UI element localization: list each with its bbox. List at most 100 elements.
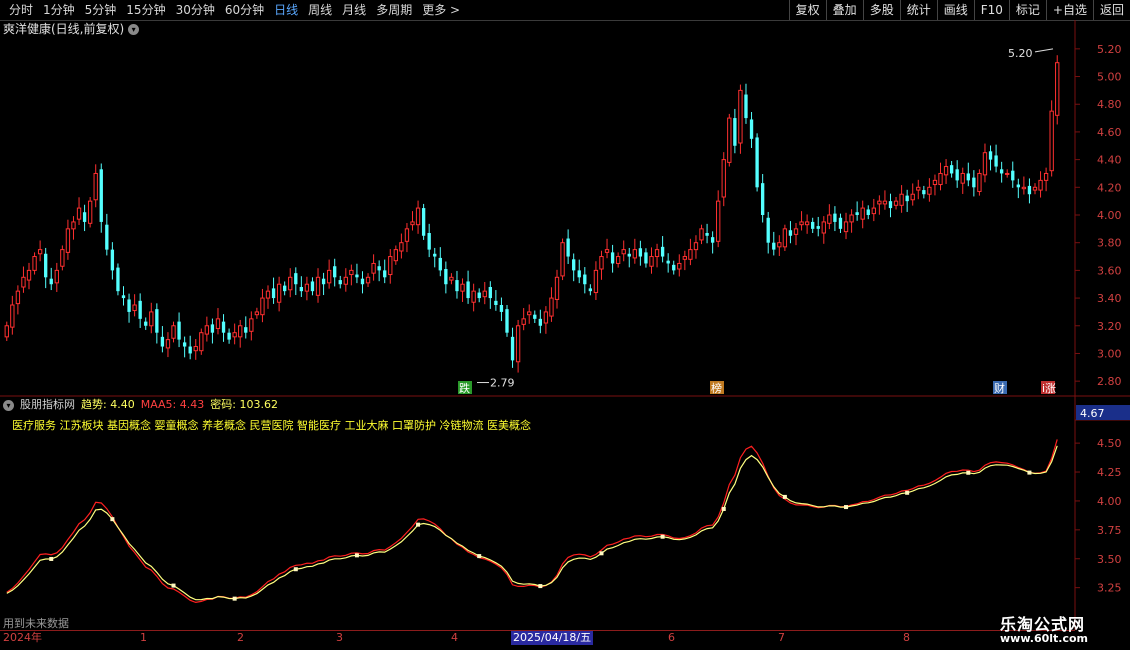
- candle-body: [849, 214, 854, 223]
- candle-body: [910, 193, 915, 201]
- candle-body: [49, 278, 53, 285]
- price-axis-label: 5.20: [1097, 43, 1122, 56]
- trend-point: [538, 584, 543, 589]
- candle-body: [466, 281, 470, 299]
- trend-point: [416, 522, 421, 527]
- candle-body: [588, 288, 593, 292]
- candle-body: [449, 276, 454, 281]
- candle-body: [121, 295, 126, 299]
- candle-body: [4, 325, 9, 338]
- candle-body: [471, 290, 476, 303]
- candle-body: [527, 311, 532, 316]
- candle-body: [604, 249, 610, 253]
- candle-body: [132, 304, 137, 312]
- candle-body: [343, 276, 348, 285]
- candle-body: [338, 280, 342, 285]
- candle-body: [26, 269, 32, 281]
- candle-body: [988, 151, 993, 160]
- candle-body: [477, 292, 481, 299]
- candle-body: [21, 276, 26, 288]
- candle-body: [160, 336, 165, 347]
- candle-body: [1021, 186, 1027, 190]
- candle-body: [76, 207, 82, 220]
- candle-body: [127, 299, 131, 312]
- price-axis-label: 3.20: [1097, 320, 1122, 333]
- price-axis-label: 4.80: [1097, 98, 1122, 111]
- candle-body: [1027, 185, 1032, 195]
- candle-body: [772, 242, 776, 250]
- time-label: 8: [903, 631, 910, 644]
- candle-body: [866, 209, 870, 215]
- candle-body: [549, 297, 554, 317]
- candle-body: [221, 321, 226, 333]
- candle-body: [54, 269, 59, 284]
- candle-body: [610, 252, 615, 264]
- candle-body: [793, 228, 799, 235]
- candle-body: [583, 274, 587, 285]
- candle-body: [1016, 184, 1020, 188]
- trend-point: [49, 556, 54, 561]
- selected-date[interactable]: 2025/04/18/五: [511, 631, 594, 645]
- candle-body: [283, 285, 287, 292]
- candle-body: [515, 325, 521, 363]
- candle-body: [32, 256, 37, 271]
- candle-body: [10, 304, 15, 328]
- candle-body: [744, 94, 748, 119]
- candle-body: [538, 318, 543, 326]
- time-label: 2: [237, 631, 244, 644]
- trend-point: [782, 494, 787, 499]
- trend-point: [844, 505, 849, 510]
- candle-body: [260, 297, 265, 316]
- candle-body: [566, 238, 570, 257]
- candle-body: [82, 212, 87, 222]
- candle-body: [371, 262, 376, 274]
- candle-body: [705, 233, 709, 236]
- candle-body: [276, 283, 282, 303]
- indicator-axis-label: 3.75: [1097, 524, 1122, 537]
- candle-body: [533, 314, 537, 319]
- candle-body: [433, 253, 437, 257]
- candle-body: [365, 276, 371, 284]
- candle-body: [982, 152, 988, 176]
- indicator-axis-label: 3.25: [1097, 582, 1122, 595]
- candle-body: [488, 287, 492, 299]
- candle-body: [738, 89, 743, 144]
- candle-body: [333, 266, 337, 278]
- candle-body: [644, 252, 648, 264]
- trend-point: [232, 596, 237, 601]
- time-label: 2024年: [3, 631, 42, 644]
- candle-body: [505, 309, 509, 333]
- candle-body: [888, 201, 893, 209]
- candle-body: [960, 172, 965, 184]
- high-price-label: 5.20: [1008, 47, 1033, 60]
- marker-text: i涨: [1042, 382, 1056, 395]
- candle-body: [654, 249, 660, 258]
- chevron-down-icon[interactable]: ▾: [128, 23, 140, 35]
- candle-body: [577, 270, 581, 278]
- trend-point: [293, 567, 298, 572]
- candle-body: [949, 165, 954, 174]
- trend-value: 趋势: 4.40: [81, 398, 135, 411]
- candle-body: [244, 327, 248, 333]
- candle-body: [938, 172, 943, 186]
- candle-body: [777, 242, 782, 248]
- price-axis-label: 4.00: [1097, 209, 1122, 222]
- trend-point: [721, 506, 726, 511]
- candle-body: [811, 221, 815, 229]
- chevron-down-icon[interactable]: ▾: [3, 399, 14, 411]
- trend-point: [110, 517, 115, 522]
- candle-body: [15, 290, 21, 305]
- candle-body: [572, 259, 576, 271]
- candle-body: [843, 221, 849, 233]
- candle-body: [543, 311, 549, 324]
- price-axis-label: 3.80: [1097, 237, 1122, 250]
- candle-body: [37, 249, 43, 255]
- candle-body: [294, 273, 298, 285]
- indicator-name[interactable]: 股朋指标网: [20, 398, 75, 412]
- candle-body: [383, 270, 387, 278]
- candle-body: [1032, 186, 1038, 191]
- candle-body: [321, 278, 326, 285]
- candle-body: [871, 207, 876, 215]
- candle-body: [1043, 172, 1049, 181]
- candle-body: [482, 290, 487, 298]
